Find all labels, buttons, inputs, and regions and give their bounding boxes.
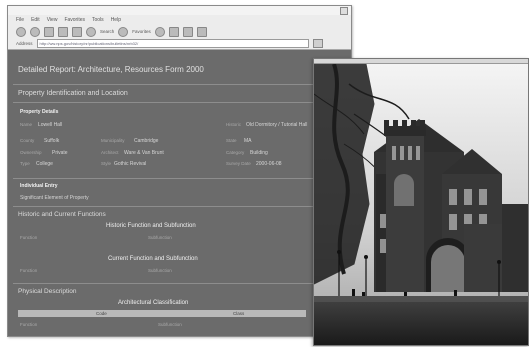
home-icon[interactable] [72, 26, 82, 37]
historic-function-heading: Historic Function and Subfunction [106, 223, 196, 229]
classification-header-bar: Code Class [18, 310, 306, 317]
address-label: Address [16, 41, 33, 46]
page-title: Detailed Report: Architecture, Resources… [18, 65, 204, 74]
subfunction-label: Subfunction [148, 268, 172, 273]
field-value: Lowell Hall [38, 122, 63, 128]
field-label: Type [20, 161, 30, 166]
menu-edit[interactable]: Edit [31, 17, 40, 23]
subfunction-label: Subfunction [158, 322, 182, 327]
code-column-header: Code [96, 311, 107, 316]
browser-window: File Edit View Favorites Tools Help Sear… [7, 5, 352, 337]
toolbar: Search Favorites [8, 25, 351, 38]
photo-viewer-window [313, 58, 529, 346]
function-label: Function [20, 268, 38, 273]
browser-chrome: File Edit View Favorites Tools Help Sear… [8, 6, 351, 50]
search-icon[interactable] [86, 26, 96, 37]
menu-help[interactable]: Help [111, 17, 121, 23]
section-heading-entry: Individual Entry [20, 183, 58, 189]
menu-bar: File Edit View Favorites Tools Help [8, 15, 351, 25]
building-photo [314, 64, 528, 345]
field-value: Ware & Van Brunt [124, 150, 164, 156]
divider [13, 283, 346, 284]
mail-icon[interactable] [168, 26, 179, 37]
section-heading-identification: Property Identification and Location [18, 90, 128, 97]
print-icon[interactable] [182, 26, 193, 37]
field-label: Survey Date [226, 161, 251, 166]
field-label: State [226, 138, 237, 143]
divider [13, 178, 346, 179]
menu-favorites[interactable]: Favorites [64, 17, 85, 23]
close-window-button[interactable] [340, 7, 348, 15]
forward-icon[interactable] [30, 26, 40, 37]
menu-file[interactable]: File [16, 17, 24, 23]
favorites-button-label[interactable]: Favorites [132, 29, 151, 34]
field-label: Name [20, 122, 33, 127]
class-column-header: Class [233, 311, 245, 316]
divider [13, 206, 346, 207]
divider [13, 84, 346, 85]
function-label: Function [20, 235, 38, 240]
field-value: MA [244, 138, 252, 144]
field-value: 2000-06-08 [256, 161, 282, 167]
history-icon[interactable] [154, 26, 165, 37]
go-button[interactable] [312, 39, 323, 48]
field-value: Building [250, 150, 268, 156]
field-label: Category [226, 150, 245, 155]
subsection-heading: Property Details [20, 109, 59, 115]
field-label: Municipality [101, 138, 125, 143]
field-value: Old Dormitory / Tutorial Hall [246, 122, 308, 128]
url-input[interactable]: http://ww.nps.gov/history/nr/publication… [36, 39, 309, 48]
section-heading-physical: Physical Description [18, 288, 77, 295]
stop-icon[interactable] [44, 26, 54, 37]
address-bar: Address http://ww.nps.gov/history/nr/pub… [8, 38, 351, 49]
current-function-heading: Current Function and Subfunction [108, 256, 198, 262]
field-value: Gothic Revival [114, 161, 147, 167]
field-label: Ownership [20, 150, 42, 155]
field-value: Suffolk [44, 138, 60, 144]
field-label: County [20, 138, 35, 143]
architectural-classification-heading: Architectural Classification [118, 300, 189, 306]
page-content: Detailed Report: Architecture, Resources… [8, 50, 351, 336]
menu-tools[interactable]: Tools [92, 17, 104, 23]
refresh-icon[interactable] [58, 26, 68, 37]
title-bar [8, 6, 351, 15]
field-value: College [36, 161, 53, 167]
field-value: Cambridge [134, 138, 159, 144]
subfunction-label: Subfunction [148, 235, 172, 240]
section-heading-functions: Historic and Current Functions [18, 211, 106, 218]
search-button-label[interactable]: Search [100, 29, 114, 34]
favorites-icon[interactable] [118, 26, 129, 37]
edit-icon[interactable] [196, 26, 207, 37]
field-label: Historic [226, 122, 242, 127]
field-label: Style [101, 161, 112, 166]
field-value: Private [52, 150, 68, 156]
field-label: Architect [101, 150, 119, 155]
menu-view[interactable]: View [47, 17, 58, 23]
function-label: Function [20, 322, 38, 327]
divider [13, 102, 346, 103]
back-icon[interactable] [16, 26, 26, 37]
entry-value: Significant Element of Property [20, 195, 89, 201]
